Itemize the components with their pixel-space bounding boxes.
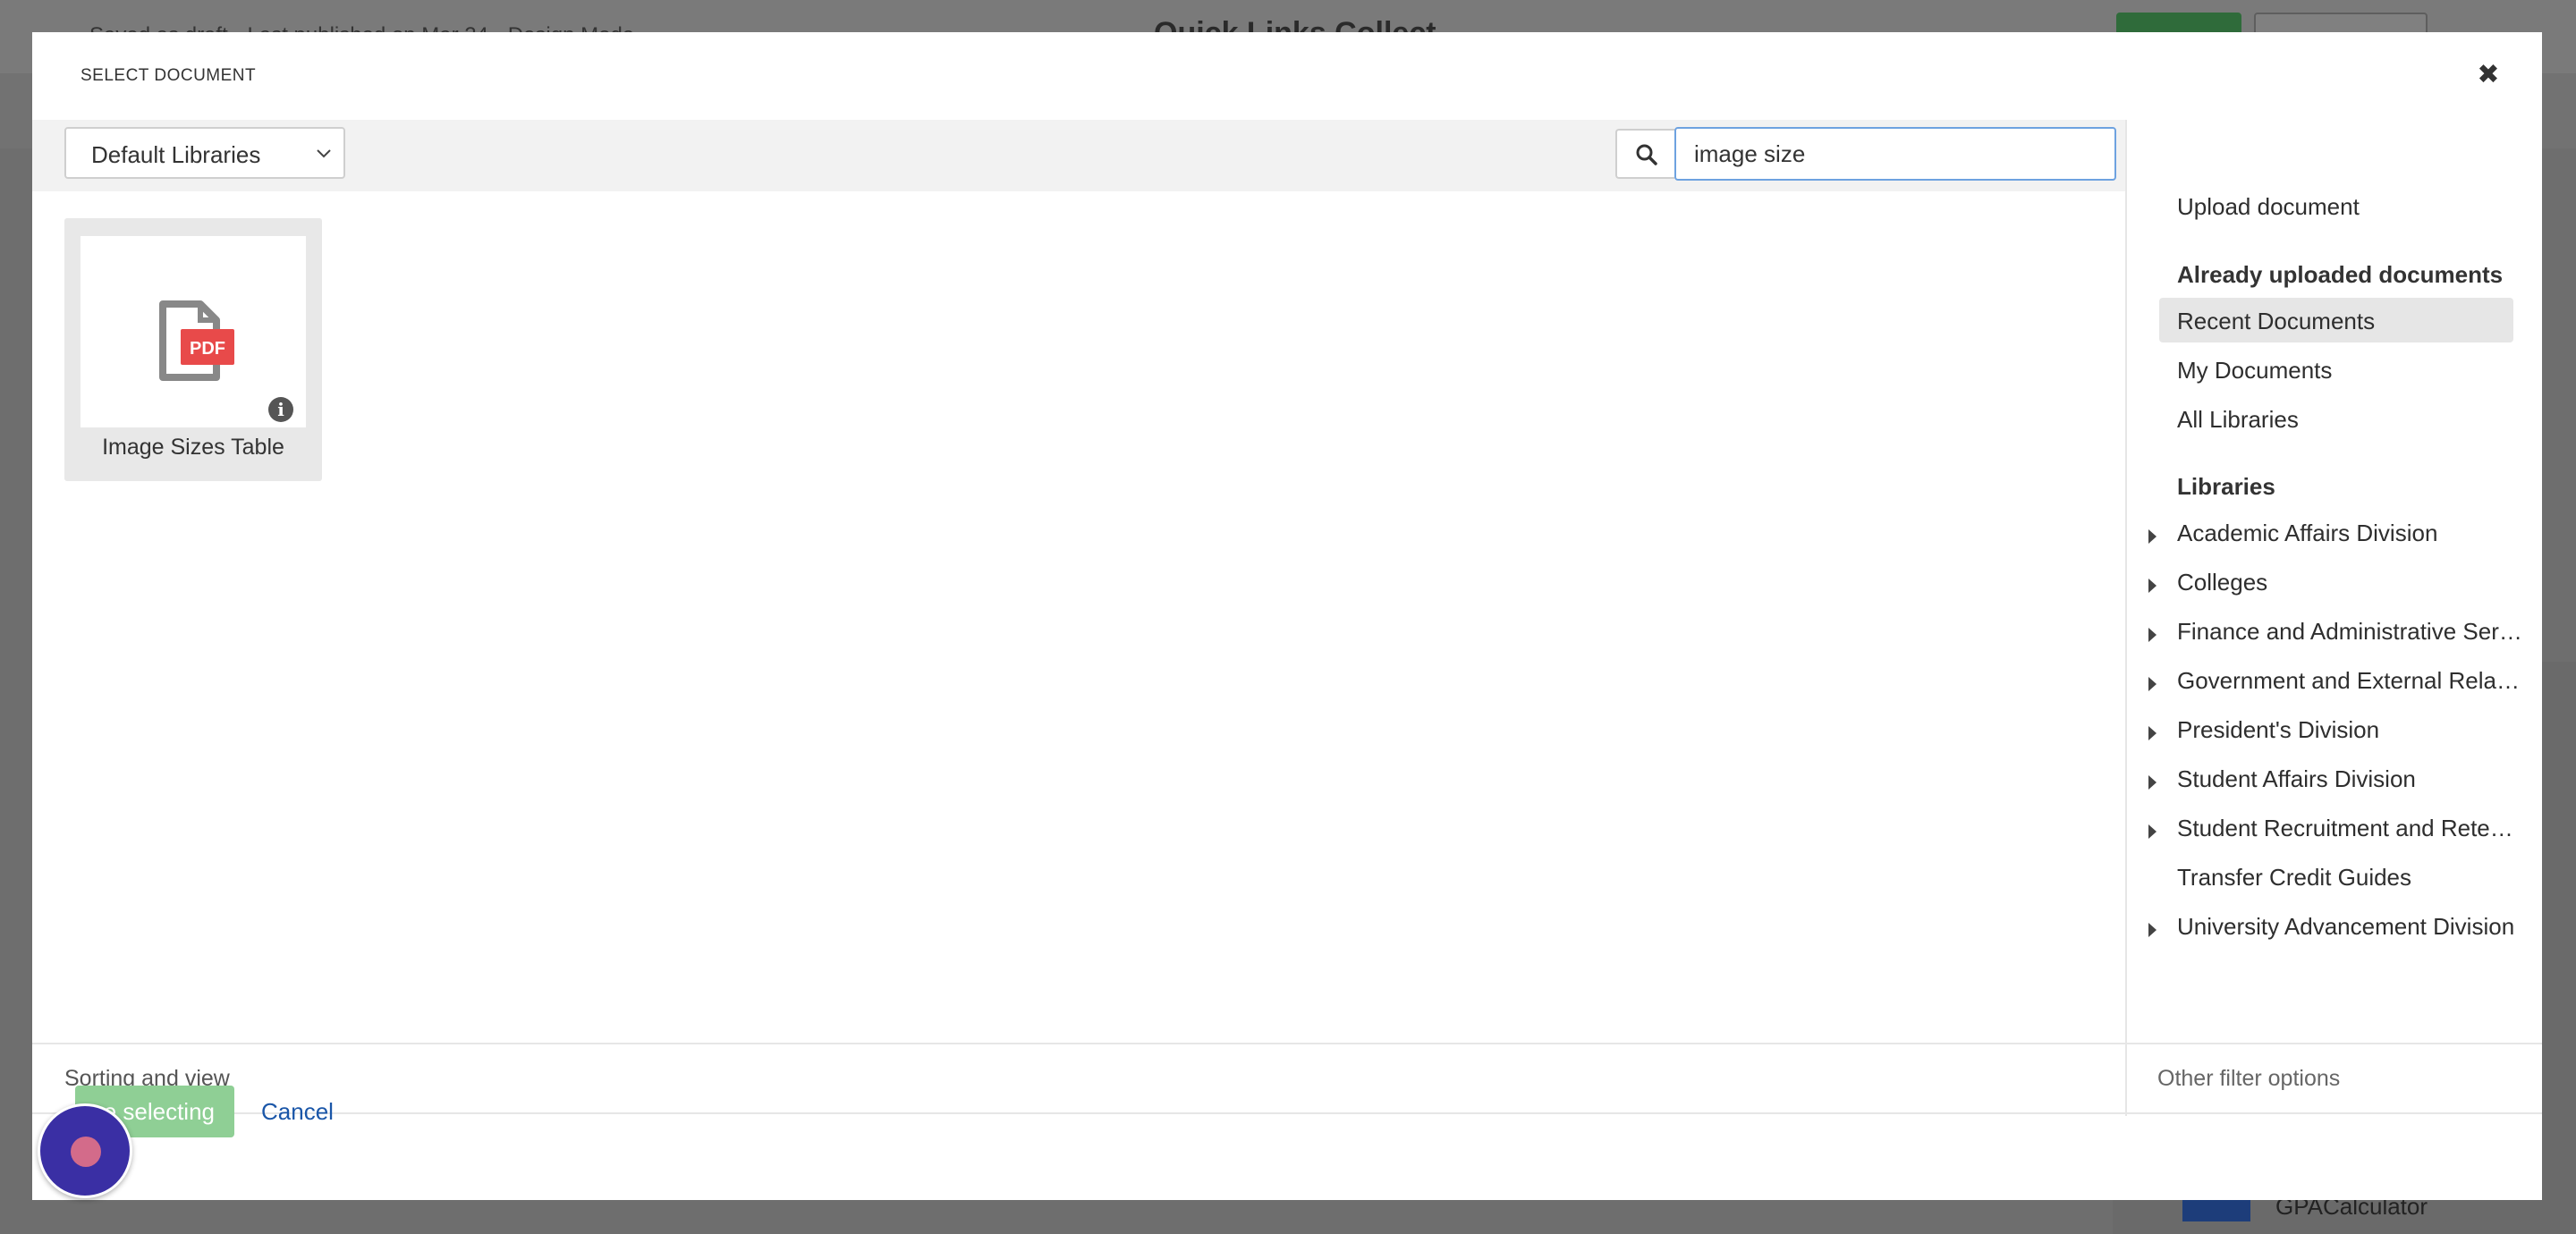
document-browser: Default Libraries PDF [32, 120, 2127, 1043]
library-label: President's Division [2177, 716, 2380, 743]
expand-caret-icon[interactable] [2148, 628, 2157, 642]
sidebar-item-recent-documents[interactable]: Recent Documents [2177, 308, 2375, 335]
library-label: Student Recruitment and Rete… [2177, 815, 2513, 841]
other-filter-options-toggle[interactable]: Other filter options [2157, 1066, 2340, 1092]
library-item-presidents-division[interactable]: President's Division [2141, 716, 2535, 752]
record-button[interactable] [38, 1103, 132, 1198]
library-label: Academic Affairs Division [2177, 520, 2438, 546]
pdf-file-icon: PDF [159, 300, 234, 381]
chevron-down-icon [317, 149, 331, 158]
library-item-colleges[interactable]: Colleges [2141, 569, 2535, 604]
cancel-button[interactable]: Cancel [261, 1098, 334, 1126]
search-icon [1636, 144, 1657, 165]
document-tile[interactable]: PDF i Image Sizes Table [64, 218, 322, 481]
dialog-header: SELECT DOCUMENT ✖ [32, 32, 2542, 120]
search-button[interactable] [1615, 129, 1674, 179]
document-name: Image Sizes Table [102, 435, 284, 460]
library-item-government-external[interactable]: Government and External Rela… [2141, 667, 2535, 703]
library-item-university-advancement[interactable]: University Advancement Division [2141, 913, 2535, 949]
footer-divider [2125, 1044, 2127, 1116]
library-select[interactable]: Default Libraries [64, 127, 345, 179]
close-icon[interactable]: ✖ [2470, 57, 2506, 93]
record-icon [71, 1137, 101, 1167]
library-label: Student Affairs Division [2177, 765, 2416, 792]
library-label: University Advancement Division [2177, 913, 2515, 940]
dialog-title: SELECT DOCUMENT [80, 66, 257, 85]
select-document-dialog: SELECT DOCUMENT ✖ Default Libraries imag… [32, 32, 2542, 1200]
library-item-transfer-credit[interactable]: Transfer Credit Guides [2141, 864, 2535, 900]
sidebar-item-my-documents[interactable]: My Documents [2177, 357, 2332, 385]
sidebar-item-all-libraries[interactable]: All Libraries [2177, 406, 2299, 434]
expand-caret-icon[interactable] [2148, 677, 2157, 691]
library-item-finance-admin[interactable]: Finance and Administrative Ser… [2141, 618, 2535, 654]
library-select-value: Default Libraries [91, 141, 261, 168]
document-sources-sidebar: Upload document Already uploaded documen… [2127, 120, 2542, 1043]
expand-caret-icon[interactable] [2148, 824, 2157, 839]
browser-toolbar: Default Libraries [32, 120, 2125, 191]
library-item-student-recruitment[interactable]: Student Recruitment and Rete… [2141, 815, 2535, 850]
expand-caret-icon[interactable] [2148, 775, 2157, 790]
expand-caret-icon[interactable] [2148, 579, 2157, 593]
library-label: Colleges [2177, 569, 2268, 596]
uploaded-documents-heading: Already uploaded documents [2177, 261, 2504, 288]
library-item-academic-affairs[interactable]: Academic Affairs Division [2141, 520, 2535, 555]
search-input[interactable] [1674, 127, 2116, 181]
expand-caret-icon[interactable] [2148, 529, 2157, 544]
svg-text:PDF: PDF [190, 339, 225, 359]
expand-caret-icon[interactable] [2148, 923, 2157, 937]
dialog-filter-bar: Sorting and view Other filter options [32, 1043, 2542, 1116]
library-label: Finance and Administrative Ser… [2177, 618, 2522, 645]
library-label: Transfer Credit Guides [2177, 864, 2412, 891]
upload-document-link[interactable]: Upload document [2177, 193, 2360, 221]
gpa-logo [2182, 1196, 2250, 1221]
expand-caret-icon[interactable] [2148, 726, 2157, 740]
library-item-student-affairs[interactable]: Student Affairs Division [2141, 765, 2535, 801]
info-icon[interactable]: i [268, 397, 293, 422]
library-label: Government and External Rela… [2177, 667, 2520, 694]
libraries-heading: Libraries [2177, 473, 2275, 500]
document-thumbnail: PDF i [80, 236, 306, 427]
